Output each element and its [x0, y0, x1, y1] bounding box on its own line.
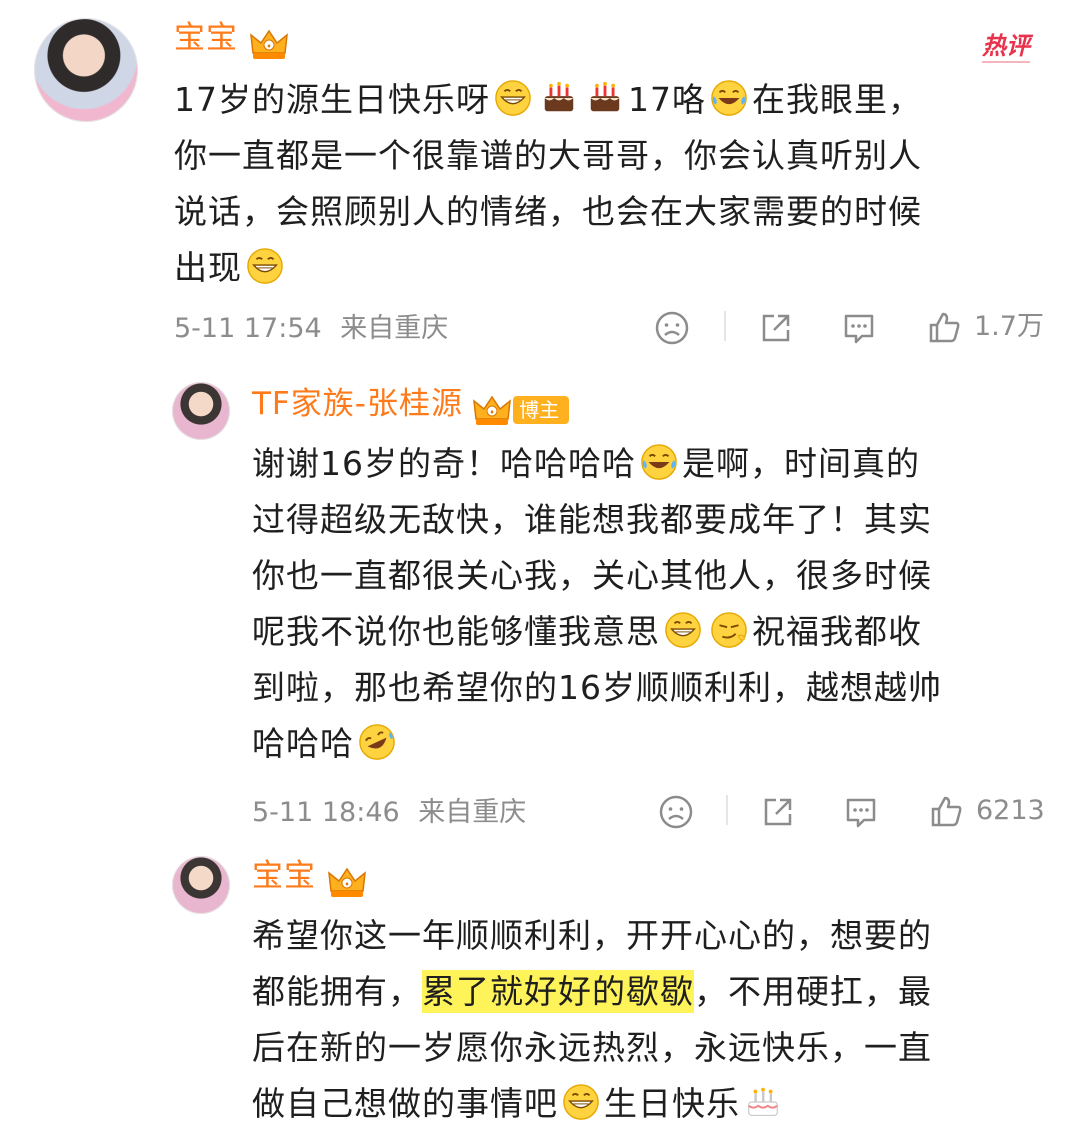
user-name[interactable]: TF家族-张桂源	[252, 386, 463, 422]
reply-text: 希望你这一年顺顺利利，开开心心的，想要的 都能拥有，累了就好好的歇歇，不用硬扛，…	[252, 908, 1052, 1132]
text-line: 出现	[174, 240, 1054, 296]
comment-header: 宝宝	[174, 18, 289, 61]
comment-icon[interactable]	[840, 310, 878, 346]
cake-emoji	[744, 1083, 782, 1121]
text-line: 希望你这一年顺顺利利，开开心心的，想要的	[252, 916, 932, 955]
timestamp: 5-11 17:54	[174, 313, 322, 344]
reply-text: 谢谢16岁的奇！哈哈哈哈 是啊，时间真的 过得超级无敌快，谁能想我都要成年了！其实…	[252, 436, 1052, 772]
laugh-cry-emoji	[710, 79, 748, 117]
user-name[interactable]: 宝宝	[252, 858, 316, 894]
crown-icon	[327, 865, 367, 899]
text-line: 17岁的源生日快乐呀 17咯 在我眼里，	[174, 79, 922, 119]
dislike-icon[interactable]	[654, 310, 690, 346]
avatar[interactable]	[172, 856, 230, 914]
text-line: 哈哈哈	[252, 716, 1052, 772]
grin-emoji	[246, 247, 284, 285]
grin-emoji	[562, 1083, 600, 1121]
text-line: 过得超级无敌快，谁能想我都要成年了！其实	[252, 500, 932, 539]
crown-icon	[249, 27, 289, 61]
text-line: 呢我不说你也能够懂我意思 祝福我都收	[252, 611, 922, 651]
like-icon[interactable]	[926, 310, 962, 346]
rofl-emoji	[358, 723, 396, 761]
hot-comment-badge: 热评	[982, 26, 1030, 63]
text-line: 都能拥有，累了就好好的歇歇，不用硬扛，最	[252, 970, 932, 1013]
divider	[726, 795, 728, 825]
timestamp: 5-11 18:46	[252, 797, 400, 828]
reply-header: 宝宝	[252, 856, 367, 899]
highlighted-text: 累了就好好的歇歇	[422, 970, 694, 1013]
comment-actions: 1.7万	[654, 308, 1046, 348]
share-icon[interactable]	[758, 310, 794, 346]
crown-icon	[472, 393, 512, 427]
text-line: 后在新的一岁愿你永远热烈，永远快乐，一直	[252, 1028, 932, 1067]
avatar[interactable]	[34, 18, 138, 122]
text-line: 到啦，那也希望你的16岁顺顺利利，越想越帅	[252, 668, 942, 707]
grin-emoji	[494, 79, 532, 117]
text-line: 做自己想做的事情吧 生日快乐	[252, 1076, 1052, 1132]
text-line: 谢谢16岁的奇！哈哈哈哈 是啊，时间真的	[252, 443, 920, 483]
text-line: 你也一直都很关心我，关心其他人，很多时候	[252, 556, 932, 595]
comment-text: 17岁的源生日快乐呀 17咯 在我眼里， 你一直都是一个很靠谱的大哥哥，你会认真听别…	[174, 72, 1054, 296]
smirk-emoji	[710, 611, 748, 649]
share-icon[interactable]	[760, 794, 796, 830]
reply-actions: 6213	[658, 792, 1050, 832]
grin-emoji	[664, 611, 702, 649]
location: 来自重庆	[340, 313, 449, 344]
comment-meta: 5-11 17:54 来自重庆	[174, 312, 448, 346]
user-name[interactable]: 宝宝	[174, 20, 238, 56]
text-line: 你一直都是一个很靠谱的大哥哥，你会认真听别人	[174, 136, 922, 175]
cake-emoji	[540, 79, 578, 117]
cake-emoji	[586, 79, 624, 117]
like-count: 6213	[976, 795, 1045, 826]
author-badge: 博主	[513, 395, 570, 424]
like-icon[interactable]	[928, 794, 964, 830]
text-line: 说话，会照顾别人的情绪，也会在大家需要的时候	[174, 192, 922, 231]
dislike-icon[interactable]	[658, 794, 694, 830]
divider	[724, 311, 726, 341]
laugh-cry-emoji	[640, 443, 678, 481]
comment-icon[interactable]	[842, 794, 880, 830]
location: 来自重庆	[418, 797, 527, 828]
like-count: 1.7万	[974, 311, 1044, 342]
reply-header: TF家族-张桂源 博主	[252, 384, 570, 427]
avatar[interactable]	[172, 382, 230, 440]
reply-meta: 5-11 18:46 来自重庆	[252, 796, 526, 830]
